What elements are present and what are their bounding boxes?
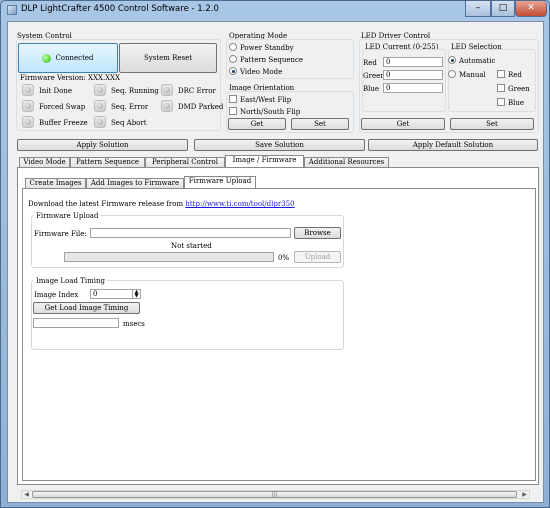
seq-error-label: Seq. Error [111, 103, 149, 111]
seq-abort-led-icon [94, 116, 106, 128]
load-timing-result-field[interactable] [33, 318, 119, 328]
image-index-label: Image Index [34, 291, 79, 299]
blue-current-input[interactable]: 0 [383, 83, 443, 93]
buffer-freeze-led-icon [22, 116, 34, 128]
red-current-input[interactable]: 0 [383, 57, 443, 67]
connected-label: Connected [55, 54, 94, 62]
east-west-flip-checkbox[interactable] [229, 95, 237, 103]
connected-led-icon [42, 53, 52, 63]
scroll-thumb[interactable]: ||| [32, 491, 517, 498]
scroll-left-icon[interactable]: ◀ [22, 491, 31, 498]
dmd-parked-label: DMD Parked [178, 103, 224, 111]
firmware-file-input[interactable] [90, 228, 291, 238]
upload-button[interactable]: Upload [294, 251, 341, 263]
scroll-right-icon[interactable]: ▶ [520, 491, 529, 498]
msecs-label: msecs [123, 320, 145, 328]
firmware-file-label: Firmware File: [34, 230, 87, 238]
image-load-timing-title: Image Load Timing [34, 277, 107, 285]
tab-firmware-upload[interactable]: Firmware Upload [184, 176, 256, 188]
close-button[interactable]: ✕ [515, 1, 547, 17]
orientation-get-button[interactable]: Get [228, 118, 286, 130]
pattern-sequence-radio[interactable] [229, 55, 237, 63]
automatic-radio[interactable] [448, 56, 456, 64]
minimize-button[interactable]: – [465, 1, 491, 17]
tab-image-firmware[interactable]: Image / Firmware [225, 155, 304, 167]
sel-green-checkbox[interactable] [497, 84, 505, 92]
video-mode-radio[interactable] [229, 67, 237, 75]
seq-running-label: Seq. Running [111, 87, 159, 95]
power-standby-label: Power Standby [240, 44, 294, 52]
buffer-freeze-label: Buffer Freeze [39, 119, 88, 127]
red-label: Red [363, 59, 377, 67]
save-solution-button[interactable]: Save Solution [194, 139, 365, 151]
init-done-led-icon [22, 84, 34, 96]
orientation-set-button[interactable]: Set [291, 118, 349, 130]
pattern-sequence-label: Pattern Sequence [240, 56, 304, 64]
tab-video-mode[interactable]: Video Mode [19, 157, 70, 167]
automatic-label: Automatic [459, 57, 496, 65]
blue-label: Blue [363, 85, 380, 93]
east-west-flip-label: East/West Flip [240, 96, 292, 104]
progress-percent: 0% [278, 254, 290, 262]
tab-pattern-sequence[interactable]: Pattern Sequence [70, 157, 145, 167]
download-link[interactable]: http://www.ti.com/tool/dlpr350 [185, 200, 294, 208]
forced-swap-label: Forced Swap [39, 103, 86, 111]
title-bar[interactable]: DLP LightCrafter 4500 Control Software -… [1, 1, 549, 19]
sel-red-checkbox[interactable] [497, 70, 505, 78]
sel-blue-checkbox[interactable] [497, 98, 505, 106]
horizontal-scrollbar[interactable]: ◀ ||| ▶ [21, 490, 530, 499]
tab-add-images-to-firmware[interactable]: Add Images to Firmware [86, 178, 184, 188]
spin-down-icon[interactable]: ▼ [133, 294, 140, 299]
sel-red-label: Red [508, 71, 522, 79]
tab-peripheral-control[interactable]: Peripheral Control [145, 157, 225, 167]
manual-label: Manual [459, 71, 486, 79]
seq-running-led-icon [94, 84, 106, 96]
app-icon [7, 5, 17, 15]
led-get-button[interactable]: Get [361, 118, 445, 130]
dmd-parked-led-icon [161, 100, 173, 112]
window-title: DLP LightCrafter 4500 Control Software -… [21, 4, 219, 14]
firmware-progress-bar [64, 252, 274, 262]
system-reset-button[interactable]: System Reset [119, 43, 217, 73]
apply-default-solution-button[interactable]: Apply Default Solution [368, 139, 538, 151]
power-standby-radio[interactable] [229, 43, 237, 51]
tab-additional-resources[interactable]: Additional Resources [304, 157, 389, 167]
init-done-label: Init Done [39, 87, 73, 95]
sel-green-label: Green [508, 85, 530, 93]
green-label: Green [363, 72, 385, 80]
image-index-input[interactable]: 0 ▲ ▼ [90, 289, 141, 299]
green-current-input[interactable]: 0 [383, 70, 443, 80]
connected-button[interactable]: Connected [18, 43, 118, 73]
maximize-button[interactable]: □ [491, 1, 515, 17]
app-window: DLP LightCrafter 4500 Control Software -… [0, 0, 550, 508]
manual-radio[interactable] [448, 70, 456, 78]
north-south-flip-checkbox[interactable] [229, 107, 237, 115]
drc-error-label: DRC Error [178, 87, 216, 95]
get-load-image-timing-button[interactable]: Get Load Image Timing [33, 302, 140, 314]
led-set-button[interactable]: Set [450, 118, 534, 130]
sel-blue-label: Blue [508, 99, 525, 107]
video-mode-label: Video Mode [240, 68, 283, 76]
drc-error-led-icon [161, 84, 173, 96]
tab-create-images[interactable]: Create Images [25, 178, 86, 188]
forced-swap-led-icon [22, 100, 34, 112]
firmware-version: Firmware Version: XXX.XXX [20, 74, 121, 82]
download-text: Download the latest Firmware release fro… [28, 200, 295, 208]
seq-abort-label: Seq Abort [111, 119, 147, 127]
seq-error-led-icon [94, 100, 106, 112]
upload-status: Not started [171, 242, 212, 250]
image-index-value: 0 [93, 290, 98, 298]
download-text-label: Download the latest Firmware release fro… [28, 200, 184, 208]
browse-button[interactable]: Browse [294, 227, 341, 239]
client-area: System Control Connected System Reset Fi… [7, 21, 544, 503]
firmware-upload-title: Firmware Upload [34, 212, 101, 220]
image-index-spinner[interactable]: ▲ ▼ [132, 290, 140, 299]
north-south-flip-label: North/South Flip [240, 108, 301, 116]
apply-solution-button[interactable]: Apply Solution [17, 139, 188, 151]
